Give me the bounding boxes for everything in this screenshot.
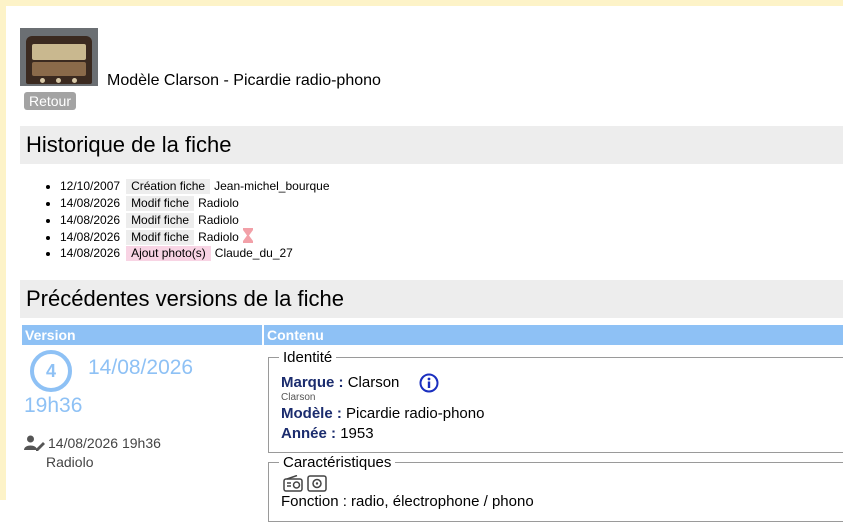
history-entry: 14/08/2026 Modif ficheRadiolo	[60, 212, 330, 229]
modele-field: Modèle : Picardie radio-phono	[281, 405, 484, 422]
history-action-tag: Modif fiche	[126, 230, 195, 246]
annee-field: Année : 1953	[281, 425, 374, 442]
version-time: 19h36	[24, 394, 83, 417]
radio-knob	[72, 78, 77, 83]
modele-value: Picardie radio-phono	[346, 405, 485, 422]
history-entry: 14/08/2026 Modif ficheRadiolo	[60, 195, 330, 212]
history-date: 14/08/2026	[60, 195, 121, 210]
history-user[interactable]: Claude_du_27	[215, 246, 293, 260]
window-frame-left	[0, 0, 6, 500]
history-date: 12/10/2007	[60, 179, 121, 193]
history-date: 14/08/2026	[60, 212, 121, 227]
window-frame-top	[0, 0, 843, 6]
history-action-tag: Création fiche	[126, 179, 211, 194]
versions-heading: Précédentes versions de la fiche	[20, 280, 843, 318]
annee-value: 1953	[340, 425, 374, 442]
history-action-tag: Modif fiche	[126, 195, 195, 211]
back-button[interactable]: Retour	[24, 92, 76, 110]
history-entry: 14/08/2026 Modif ficheRadiolo	[60, 228, 330, 246]
column-header-version: Version	[22, 325, 262, 345]
marque-value: Clarson	[347, 374, 400, 391]
identite-fieldset: Identité Marque : Clarson Clarson Modèle…	[268, 349, 843, 453]
history-date: 14/08/2026	[60, 246, 121, 261]
history-user[interactable]: Jean-michel_bourque	[214, 179, 329, 193]
version-date: 14/08/2026	[88, 356, 194, 379]
history-action-tag: Ajout photo(s)	[126, 246, 211, 262]
marque-label: Marque :	[281, 374, 344, 391]
editor-name: Radiolo	[46, 454, 94, 470]
history-action-tag: Modif fiche	[126, 212, 195, 228]
history-list: 12/10/2007 Création ficheJean-michel_bour…	[40, 178, 330, 262]
identite-legend: Identité	[279, 349, 337, 366]
marque-subtext: Clarson	[281, 392, 316, 403]
history-entry: 12/10/2007 Création ficheJean-michel_bour…	[60, 178, 330, 195]
caracteristiques-fieldset: Caractéristiques Fonction : radio, élect…	[268, 454, 843, 522]
radio-thumbnail[interactable]	[20, 28, 98, 86]
history-entry: 14/08/2026 Ajout photo(s) Claude_du_27	[60, 245, 330, 262]
history-user[interactable]: Radiolo	[198, 230, 239, 244]
annee-label: Année :	[281, 425, 337, 442]
modele-label: Modèle :	[281, 405, 342, 422]
history-heading: Historique de la fiche	[20, 126, 843, 164]
column-header-contenu: Contenu	[264, 325, 843, 345]
user-edit-icon	[24, 435, 46, 456]
caracteristiques-legend: Caractéristiques	[279, 454, 396, 471]
radio-knob	[56, 78, 61, 83]
version-number-badge: 4	[30, 350, 72, 392]
fonction-field: Fonction : radio, électrophone / phono	[281, 493, 534, 510]
radio-grill	[32, 62, 86, 76]
history-user[interactable]: Radiolo	[198, 213, 239, 227]
history-date: 14/08/2026	[60, 230, 121, 245]
radio-dial	[32, 44, 86, 60]
radio-knob	[40, 78, 45, 83]
history-user[interactable]: Radiolo	[198, 196, 239, 210]
editor-datetime: 14/08/2026 19h36	[48, 435, 161, 451]
marque-field: Marque : Clarson	[281, 374, 399, 391]
info-icon[interactable]	[419, 373, 439, 398]
model-title: Modèle Clarson - Picardie radio-phono	[107, 72, 381, 89]
